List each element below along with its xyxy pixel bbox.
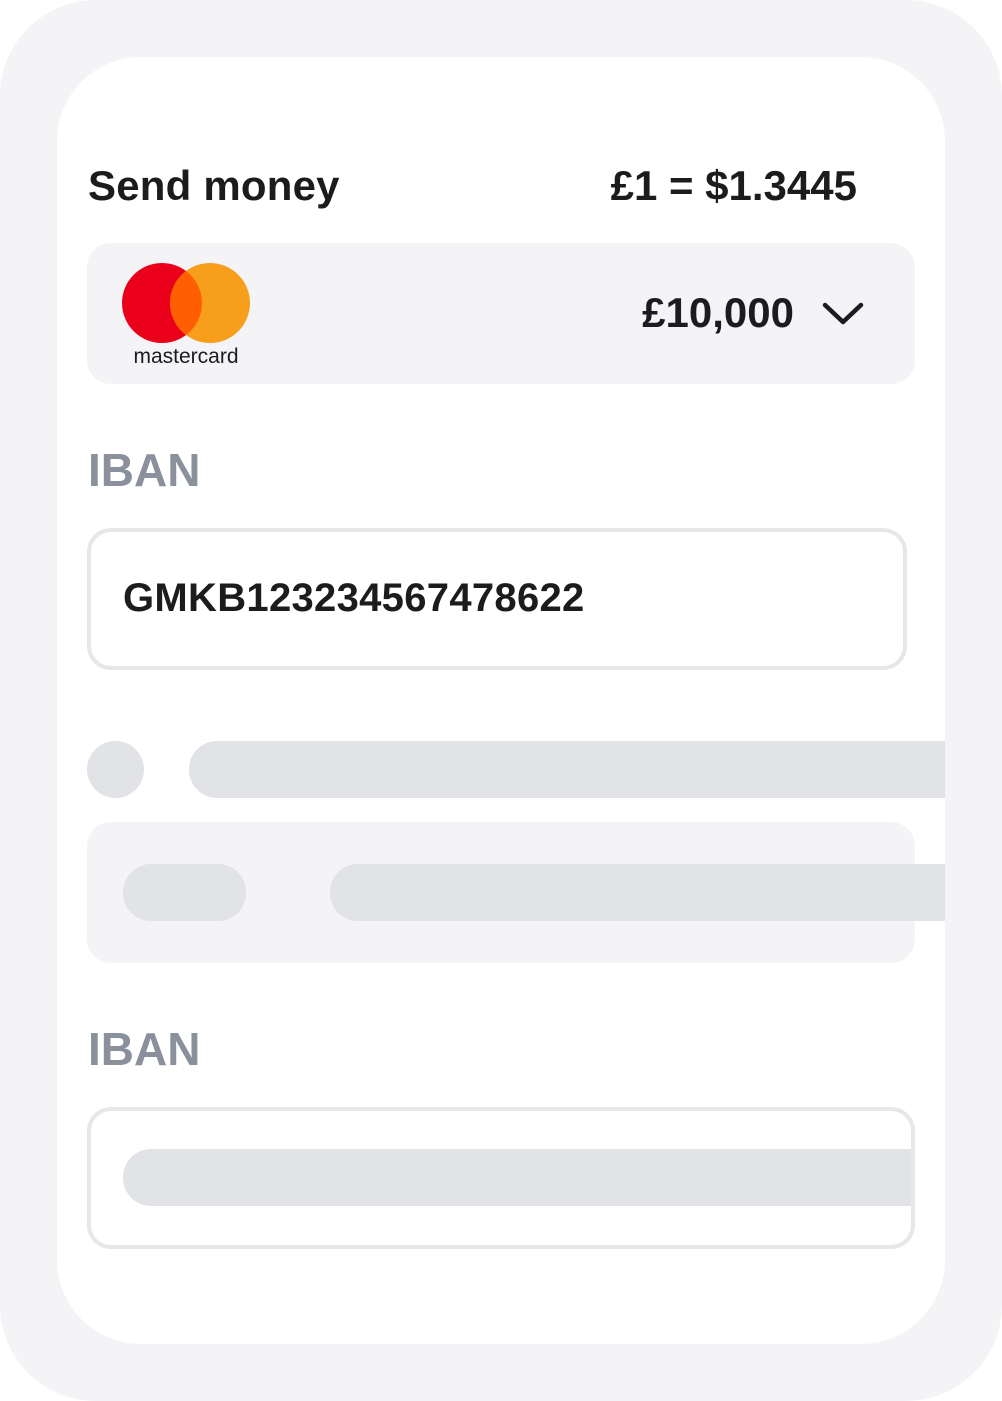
app-screen: Send money £1 = $1.3445 mastercard £10,0…	[57, 57, 945, 1344]
card-amount-selector[interactable]: mastercard £10,000	[87, 243, 915, 384]
skeleton-line	[330, 864, 945, 921]
amount-value: £10,000	[642, 289, 794, 336]
iban-input[interactable]: GMKB123234567478622	[87, 528, 907, 670]
skeleton-avatar	[87, 741, 144, 798]
device-frame: Send money £1 = $1.3445 mastercard £10,0…	[0, 0, 1002, 1401]
exchange-rate: £1 = $1.3445	[610, 162, 857, 209]
mastercard-logo-text: mastercard	[133, 345, 238, 368]
skeleton-line	[123, 1149, 911, 1206]
iban-label: IBAN	[88, 1023, 201, 1075]
iban-input-empty[interactable]	[87, 1107, 915, 1249]
page-title: Send money	[88, 162, 340, 209]
skeleton-line	[189, 741, 945, 798]
iban-label: IBAN	[88, 444, 201, 496]
iban-input-value: GMKB123234567478622	[123, 576, 585, 620]
skeleton-panel	[87, 822, 945, 963]
skeleton-pill	[123, 864, 246, 921]
mastercard-logo: mastercard	[122, 263, 252, 368]
chevron-down-icon[interactable]	[821, 299, 865, 327]
